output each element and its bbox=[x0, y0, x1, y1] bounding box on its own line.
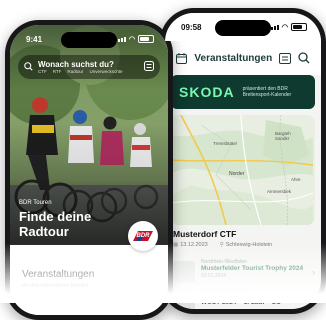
dynamic-island bbox=[61, 32, 117, 48]
event-meta: ▦ 13.12.2023 ⚲ Schleswig-Holstein bbox=[173, 242, 315, 248]
section-title: Veranstaltungen bbox=[22, 269, 95, 280]
event-date: ▦ 13.12.2023 bbox=[173, 242, 208, 248]
event-date: 03.01.2024 bbox=[201, 272, 227, 279]
battery-icon bbox=[291, 23, 307, 31]
events-map[interactable]: Tremsbüttel Bargteh Sandkr Ammersbek Nor… bbox=[171, 115, 315, 225]
battery-icon bbox=[138, 35, 154, 43]
category-rtf[interactable]: RTF bbox=[53, 69, 62, 74]
wifi-icon: ◠ bbox=[281, 24, 288, 31]
status-time: 09:58 bbox=[181, 22, 202, 32]
location-pin-icon: ⚲ bbox=[219, 242, 224, 248]
dynamic-island bbox=[215, 20, 271, 36]
calendar-icon[interactable] bbox=[175, 51, 188, 65]
sponsor-banner[interactable]: SKODA präsentiert den BDR Breitensport-K… bbox=[171, 75, 315, 109]
list-item[interactable]: Nordrhein-Westfalen Musterfelder Tourist… bbox=[173, 259, 315, 289]
sponsor-text: präsentiert den BDR Breitensport-Kalende… bbox=[242, 86, 292, 98]
event-thumbnail bbox=[173, 261, 195, 283]
events-header: Veranstaltungen bbox=[165, 41, 321, 75]
map-label-tremsbuettel: Tremsbüttel bbox=[213, 141, 237, 146]
status-icons: ◠ bbox=[114, 35, 154, 43]
section-subtitle: die dich interessieren könnten bbox=[22, 283, 89, 289]
events-screen: 09:58 ◠ Veranstaltungen SKODA präsentier… bbox=[165, 13, 321, 309]
chevron-right-icon: › bbox=[312, 267, 315, 277]
map-label-bargteheide: Bargteh Sandkr bbox=[275, 131, 291, 141]
hero-label: BDR Touren bbox=[19, 200, 52, 206]
map-label-ahrensburg: Ahre bbox=[291, 177, 301, 182]
sponsor-logo: SKODA bbox=[179, 84, 235, 100]
search-bar[interactable]: Wonach suchst du? CTF RTF Radtour Unverw… bbox=[18, 55, 160, 79]
status-time: 9:41 bbox=[26, 34, 43, 44]
search-categories: CTF RTF Radtour Unverweckschte bbox=[38, 69, 139, 74]
hero-title[interactable]: Finde deine Radtour bbox=[19, 209, 109, 239]
status-icons: ◠ bbox=[267, 23, 307, 31]
search-icon[interactable] bbox=[298, 51, 311, 65]
category-radtour[interactable]: Radtour bbox=[67, 69, 83, 74]
list-item[interactable]: Nordrhein-Westfalen WÜST 2024 – 1. Lauf … bbox=[173, 293, 315, 309]
search-icon bbox=[24, 58, 33, 76]
category-unverweckschte[interactable]: Unverweckschte bbox=[89, 69, 122, 74]
map-label-norderstedt: Norder bbox=[229, 171, 245, 177]
wifi-icon: ◠ bbox=[128, 36, 135, 43]
bdr-logo: BDR bbox=[128, 221, 158, 251]
list-view-icon[interactable] bbox=[278, 51, 291, 65]
map-label-ammersbek: Ammersbek bbox=[267, 189, 292, 194]
events-section: Veranstaltungen die dich interessieren k… bbox=[10, 257, 168, 315]
phone-events-screen: 09:58 ◠ Veranstaltungen SKODA präsentier… bbox=[160, 8, 326, 314]
filter-icon[interactable] bbox=[144, 58, 154, 76]
home-screen: 9:41 ◠ Wonach suchst du? CTF RTF Radtour… bbox=[10, 25, 168, 315]
event-title[interactable]: Musterdorf CTF bbox=[173, 229, 236, 239]
category-ctf[interactable]: CTF bbox=[38, 69, 47, 74]
calendar-small-icon: ▦ bbox=[173, 242, 179, 248]
search-placeholder: Wonach suchst du? bbox=[38, 60, 114, 69]
event-name: Musterfelder Tourist Trophy 2024 bbox=[201, 265, 304, 272]
event-location: ⚲ Schleswig-Holstein bbox=[219, 242, 273, 248]
page-title: Veranstaltungen bbox=[194, 52, 273, 64]
phone-home-screen: 9:41 ◠ Wonach suchst du? CTF RTF Radtour… bbox=[5, 20, 173, 320]
event-thumbnail bbox=[173, 295, 195, 309]
